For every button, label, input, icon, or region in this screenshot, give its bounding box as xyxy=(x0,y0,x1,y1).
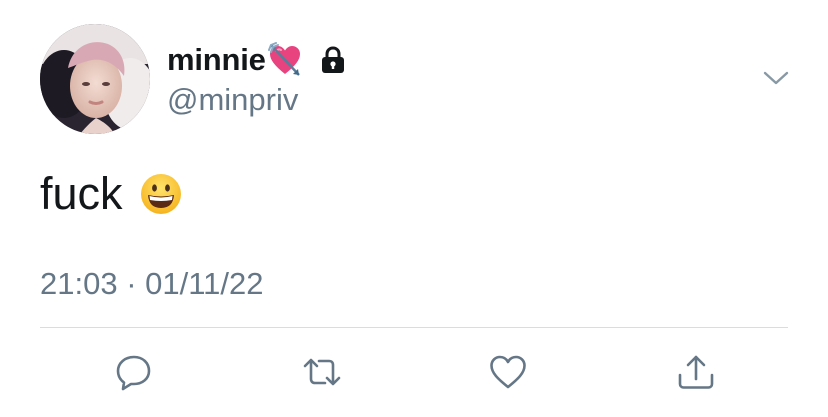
like-button[interactable] xyxy=(488,352,528,392)
lock-icon xyxy=(317,44,349,76)
name-row: minnie xyxy=(167,40,349,80)
reply-icon xyxy=(114,352,154,392)
grinning-face-icon xyxy=(139,172,183,216)
tweet-body: fuck xyxy=(40,168,123,219)
like-icon xyxy=(488,352,528,392)
reply-button[interactable] xyxy=(114,352,154,392)
display-name[interactable]: minnie xyxy=(167,42,266,78)
tweet-timestamp[interactable]: 21:03 · 01/11/22 xyxy=(40,266,264,302)
chevron-down-icon[interactable] xyxy=(762,66,790,90)
divider xyxy=(40,327,788,328)
retweet-button[interactable] xyxy=(302,352,342,392)
share-icon xyxy=(676,352,716,392)
tweet-card: minnie @minpriv fuck 21:03 · 01/11/22 xyxy=(0,0,828,417)
avatar[interactable] xyxy=(40,24,150,134)
user-handle[interactable]: @minpriv xyxy=(167,82,298,118)
tweet-text: fuck xyxy=(40,168,183,220)
heart-with-arrow-icon xyxy=(267,42,303,78)
retweet-icon xyxy=(302,352,342,392)
share-button[interactable] xyxy=(676,352,716,392)
